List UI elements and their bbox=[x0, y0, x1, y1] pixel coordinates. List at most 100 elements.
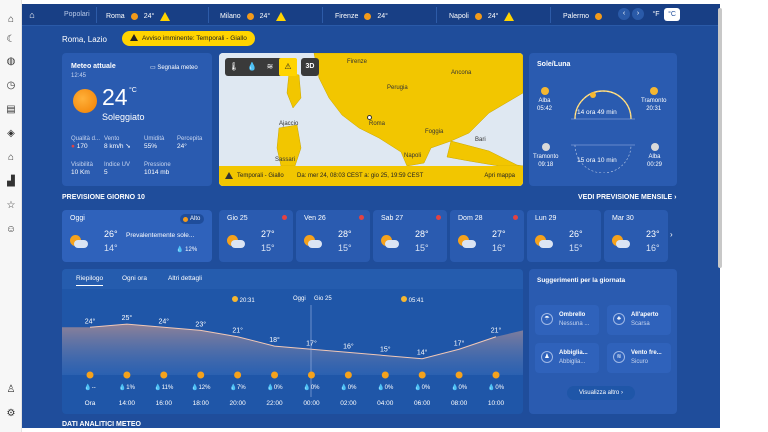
partly-cloudy-icon bbox=[535, 235, 553, 248]
map-3d-button[interactable]: 3D bbox=[301, 58, 319, 76]
precip-label: 💧0% bbox=[451, 383, 468, 391]
alert-pill[interactable]: Avviso imminente: Temporali - Giallo bbox=[122, 31, 255, 46]
chart-icon[interactable]: ▟ bbox=[5, 176, 17, 188]
moon-icon[interactable]: ☾ bbox=[5, 34, 17, 46]
hour-label: 10:00 bbox=[488, 400, 505, 407]
home-icon[interactable]: ⌂ bbox=[26, 9, 38, 21]
smile-icon[interactable]: ☺ bbox=[5, 224, 17, 236]
forecast-day-3[interactable]: Sab 27 28° 15° bbox=[373, 210, 447, 262]
weather-icon bbox=[271, 371, 279, 379]
stat-visibility[interactable]: Visibilità 10 Km bbox=[71, 161, 93, 177]
tab-hourly[interactable]: Ogni ora bbox=[122, 275, 147, 282]
house-icon[interactable]: ⌂ bbox=[5, 152, 17, 164]
umbrella-icon: ☂ bbox=[541, 313, 553, 325]
suggestion-clothing[interactable]: ♟ Abbiglia... Abbiglia... bbox=[535, 343, 599, 373]
open-map-link[interactable]: Apri mappa bbox=[484, 166, 515, 186]
forecast-day-4[interactable]: Dom 28 27° 16° bbox=[450, 210, 524, 262]
temp-label: 25° bbox=[122, 314, 133, 322]
hour-label: 16:00 bbox=[156, 400, 173, 407]
page-scrollbar[interactable] bbox=[718, 8, 722, 268]
weather-icon bbox=[307, 371, 315, 379]
star-icon[interactable]: ☆ bbox=[5, 200, 17, 212]
weather-icon bbox=[197, 371, 205, 379]
city-firenze[interactable]: Firenze 24° bbox=[335, 10, 388, 22]
precip-label: 💧0% bbox=[303, 383, 320, 391]
user-icon[interactable]: ♙ bbox=[5, 384, 17, 396]
city-napoli[interactable]: Napoli 24° bbox=[449, 10, 515, 22]
forecast-day-2[interactable]: Ven 26 28° 15° bbox=[296, 210, 370, 262]
stat-uv[interactable]: Indice UV 5 bbox=[104, 161, 130, 177]
location-icon[interactable]: ◈ bbox=[5, 128, 17, 140]
forecast-title: PREVISIONE GIORNO 10 bbox=[62, 194, 145, 201]
unit-celsius-button[interactable]: °C bbox=[664, 8, 680, 21]
temp-label: 24° bbox=[85, 317, 96, 325]
hour-label: 08:00 bbox=[451, 400, 468, 407]
forecast-day-5[interactable]: Lun 29 26° 15° bbox=[527, 210, 601, 262]
map-alert-bar[interactable]: Temporali - Giallo Da: mer 24, 08:03 CES… bbox=[219, 166, 523, 186]
stat-air-quality[interactable]: Qualità d... ● 170 bbox=[71, 135, 100, 151]
stat-pressure[interactable]: Pressione 1014 mb bbox=[144, 161, 171, 177]
suggestion-umbrella[interactable]: ☂ Ombrello Nessuna ... bbox=[535, 305, 599, 335]
stat-wind[interactable]: Vento 8 km/h ➘ bbox=[104, 135, 131, 151]
prev-arrow-icon[interactable]: ‹ bbox=[618, 8, 630, 20]
unit-fahrenheit-button[interactable]: °F bbox=[648, 8, 664, 21]
next-arrow-icon[interactable]: › bbox=[632, 8, 644, 20]
calendar-icon[interactable]: ▤ bbox=[5, 104, 17, 116]
sun-icon bbox=[246, 12, 254, 20]
stat-feels-like[interactable]: Percepita 24° bbox=[177, 135, 202, 151]
moonset: Tramonto 09:18 bbox=[533, 143, 558, 169]
forecast-day-6[interactable]: Mar 30 23° 16° bbox=[604, 210, 668, 262]
alert-dot-icon bbox=[282, 215, 287, 220]
temp-label: 21° bbox=[491, 327, 502, 335]
tab-summary[interactable]: Riepilogo bbox=[76, 275, 104, 286]
weather-map[interactable]: Firenze Perugia Ancona Ajaccio Roma Fogg… bbox=[219, 53, 523, 186]
city-palermo[interactable]: Palermo bbox=[563, 10, 603, 22]
hour-label: 18:00 bbox=[193, 400, 210, 407]
hour-label: 20:00 bbox=[229, 400, 246, 407]
alert-layer-icon[interactable]: ⚠ bbox=[279, 58, 297, 76]
globe-icon[interactable]: ◍ bbox=[5, 56, 17, 68]
report-weather-link[interactable]: ▭ Segnala meteo bbox=[150, 64, 198, 71]
weather-icon bbox=[123, 371, 131, 379]
suggestion-outdoor[interactable]: ♣ All'aperto Scarsa bbox=[607, 305, 671, 335]
temp-label: 24° bbox=[159, 317, 170, 325]
current-description: Soleggiato bbox=[102, 112, 145, 122]
tab-more-details[interactable]: Altri dettagli bbox=[168, 275, 202, 282]
divider bbox=[208, 7, 209, 23]
sunset-icon bbox=[649, 87, 658, 95]
precip-label: 💧12% bbox=[191, 383, 211, 391]
tree-icon: ♣ bbox=[613, 313, 625, 325]
warning-icon bbox=[225, 172, 233, 179]
suggestions-card: Suggerimenti per la giornata ☂ Ombrello Ne… bbox=[529, 269, 677, 414]
sunrise-marker: 05:41 bbox=[401, 296, 424, 304]
forecast-day-1[interactable]: Gio 25 27° 15° bbox=[219, 210, 293, 262]
forecast-day-today[interactable]: Oggi Alto 26° 14° Prevalentemente sole..… bbox=[62, 210, 212, 262]
clock-icon[interactable]: ◷ bbox=[5, 80, 17, 92]
chevron-right-icon[interactable]: › bbox=[670, 230, 673, 239]
precip-label: 💧11% bbox=[154, 383, 174, 391]
home-icon[interactable]: ⌂ bbox=[5, 14, 17, 26]
rain-layer-icon[interactable]: 💧 bbox=[243, 58, 261, 76]
precip-label: 💧7% bbox=[230, 383, 247, 391]
alert-dot-icon bbox=[436, 215, 441, 220]
wind-layer-icon[interactable]: ≋ bbox=[261, 58, 279, 76]
sun-icon bbox=[364, 12, 372, 20]
suggestion-wind[interactable]: ≋ Vento fre... Sicuro bbox=[607, 343, 671, 373]
weather-icon bbox=[418, 371, 426, 379]
gear-icon[interactable]: ⚙ bbox=[5, 408, 17, 420]
hour-label: 06:00 bbox=[414, 400, 431, 407]
city-milano[interactable]: Milano 24° bbox=[220, 10, 287, 22]
stat-humidity[interactable]: Umidità 55% bbox=[144, 135, 164, 151]
moonset-icon bbox=[541, 143, 550, 151]
left-rail: ⌂ ☾ ◍ ◷ ▤ ◈ ⌂ ▟ ☆ ☺ ♙ ⚙ bbox=[0, 0, 22, 432]
partly-cloudy-icon bbox=[458, 235, 476, 248]
show-more-button[interactable]: Visualizza altro › bbox=[567, 386, 635, 400]
today-summary: Prevalentemente sole... bbox=[126, 232, 195, 239]
city-roma[interactable]: Roma 24° bbox=[106, 10, 171, 22]
temp-label: 17° bbox=[306, 339, 317, 347]
analytics-title: DATI ANALITICI METEO bbox=[62, 421, 141, 428]
location-marker-icon bbox=[367, 115, 372, 120]
monthly-forecast-link[interactable]: VEDI PREVISIONE MENSILE › bbox=[578, 194, 676, 201]
temperature-layer-icon[interactable]: 🌡 bbox=[225, 58, 243, 76]
temp-unit: °C bbox=[129, 87, 137, 94]
